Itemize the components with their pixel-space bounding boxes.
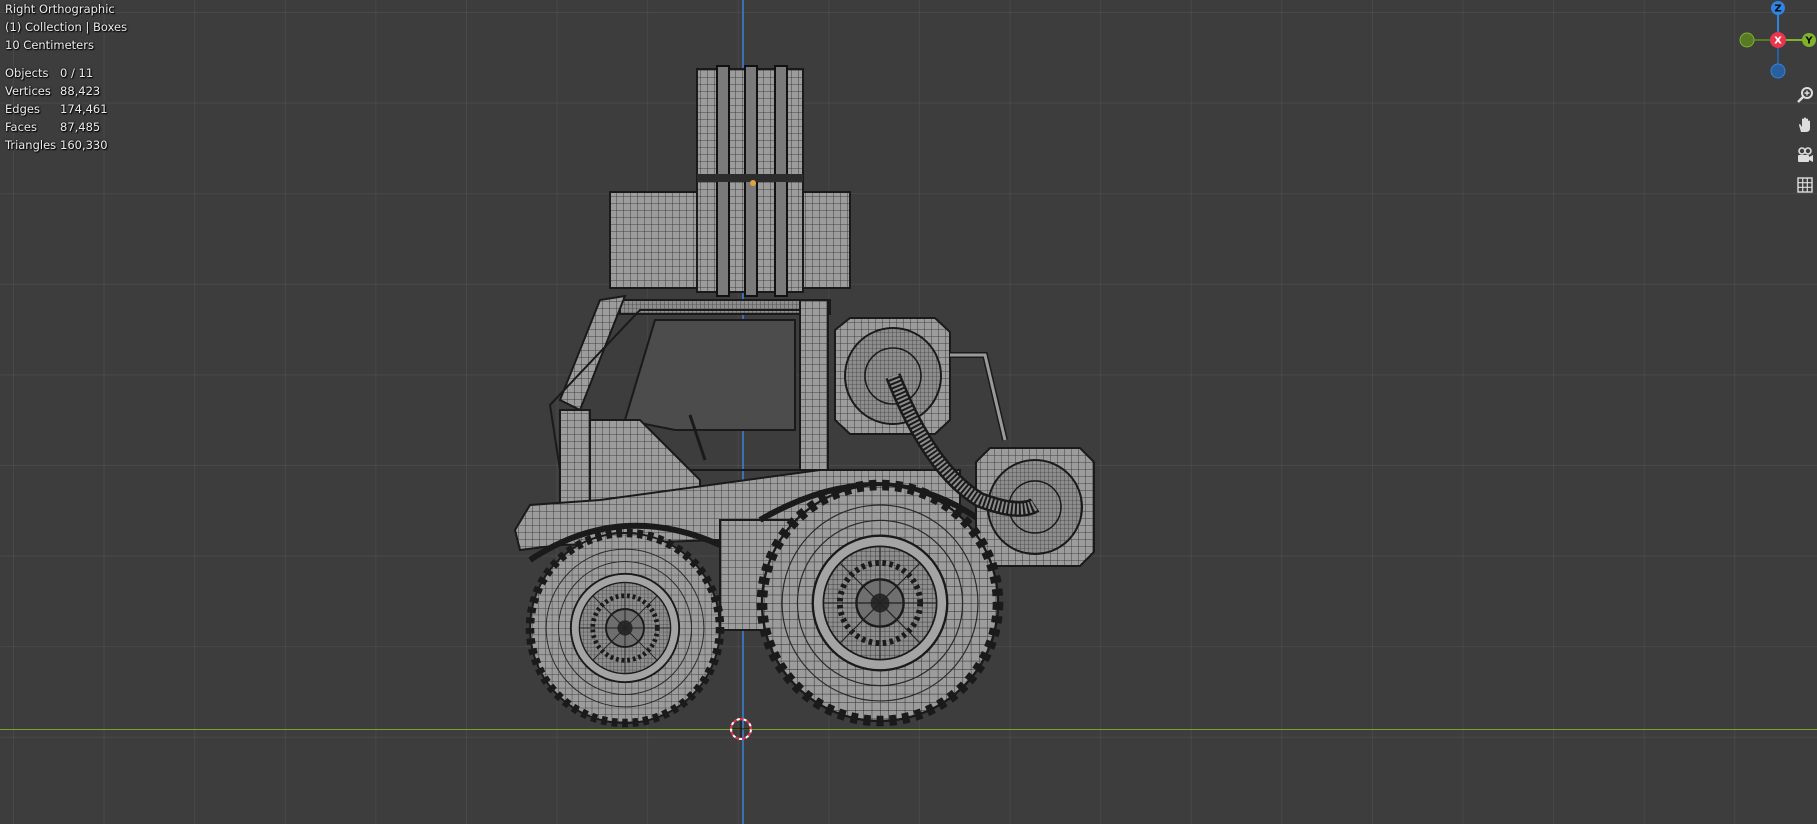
stat-value: 0 / 11 — [60, 66, 94, 80]
stat-value: 174,461 — [60, 102, 108, 116]
view-name: Right Orthographic — [5, 2, 115, 16]
stat-row: Triangles 160,330 — [5, 136, 127, 154]
gizmo-x-label: X — [1774, 36, 1782, 47]
stat-row: Edges 174,461 — [5, 100, 127, 118]
gizmo-z-label: Z — [1774, 4, 1781, 15]
viewport-overlay: Right Orthographic (1) Collection | Boxe… — [5, 0, 127, 154]
gizmo-z-neg — [1770, 63, 1786, 79]
3d-viewport[interactable]: Right Orthographic (1) Collection | Boxe… — [0, 0, 1817, 824]
units-label: 10 Centimeters — [5, 38, 94, 52]
gizmo-x[interactable]: X — [1770, 32, 1786, 48]
gizmo-z[interactable]: Z — [1771, 1, 1785, 15]
grid-icon[interactable] — [1792, 172, 1817, 198]
3d-cursor — [730, 718, 752, 740]
camera-icon[interactable] — [1792, 142, 1817, 168]
gizmo-y[interactable]: Y — [1802, 33, 1816, 47]
navigation-gizmo[interactable]: Z X Y — [1735, 0, 1817, 80]
stat-row: Objects 0 / 11 — [5, 64, 127, 82]
scene-stats: Objects 0 / 11 Vertices 88,423 Edges 174,46… — [5, 64, 127, 154]
collection-label: (1) Collection | Boxes — [5, 20, 128, 34]
hand-pan-icon[interactable] — [1792, 112, 1817, 138]
stat-label: Triangles — [5, 138, 57, 152]
stat-label: Edges — [5, 102, 40, 116]
stat-label: Vertices — [5, 84, 51, 98]
zoom-icon[interactable] — [1792, 82, 1817, 108]
stat-value: 88,423 — [60, 84, 101, 98]
vehicle-mesh[interactable] — [0, 0, 1817, 824]
stat-label: Faces — [5, 120, 37, 134]
gizmo-y-neg — [1739, 32, 1755, 48]
stat-value: 87,485 — [60, 120, 101, 134]
stat-row: Faces 87,485 — [5, 118, 127, 136]
stat-label: Objects — [5, 66, 49, 80]
stat-value: 160,330 — [60, 138, 108, 152]
stat-row: Vertices 88,423 — [5, 82, 127, 100]
gizmo-y-label: Y — [1804, 36, 1813, 47]
